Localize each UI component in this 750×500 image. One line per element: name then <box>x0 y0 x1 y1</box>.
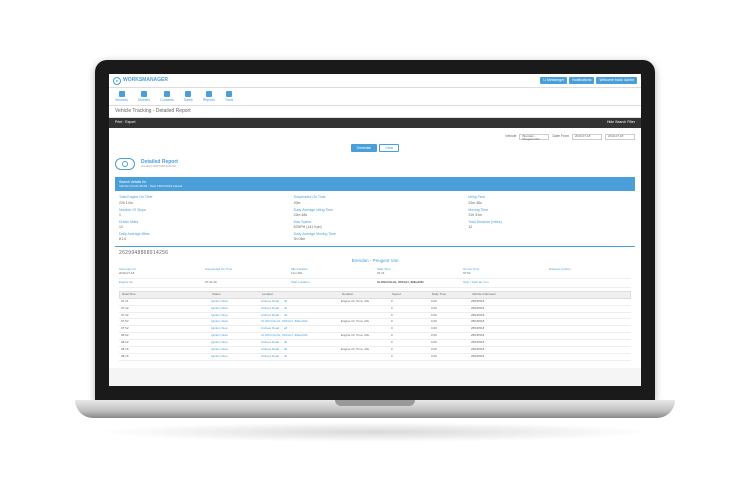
stat-item: Daily Average Miles8.14 <box>119 232 282 242</box>
report-logo-icon <box>115 158 135 170</box>
table-row[interactable]: 07:42Ignition StartArdnew Road … off00.0… <box>119 306 631 313</box>
date-from-label: Date From <box>552 134 569 139</box>
sales-icon <box>185 91 191 97</box>
vehicle-select[interactable]: Brendan - Peugeot Van <box>519 134 549 140</box>
table-row[interactable]: 07:52Ignition StartCLONCOLLIG, OFFALY, I… <box>119 319 631 326</box>
stats-grid: Total Engine On Time22h 14m Suspended On … <box>115 191 635 246</box>
report-header: Detailed Report Created:18/07/2019 09:42 <box>115 154 635 174</box>
nav-mobiles[interactable]: Mobiles <box>138 91 150 103</box>
stat-item: Moving Time21h 31m <box>468 208 631 218</box>
page-title: Vehicle Tracking - Detailed Report <box>109 106 641 118</box>
table-row[interactable]: 08:15Ignition StartArdnew Road … offEngi… <box>119 347 631 354</box>
table-body: 07:41Ignition StartArdnew Road … offEngi… <box>119 299 631 361</box>
filter-toggle[interactable]: Hide Search Filter <box>607 120 635 125</box>
stat-item <box>468 232 631 242</box>
tools-icon <box>226 91 232 97</box>
table-row[interactable]: 08:15Ignition StopArdnew Road … off00.00… <box>119 354 631 361</box>
table-row[interactable]: 07:41Ignition StartArdnew Road … offEngi… <box>119 299 631 306</box>
stat-item: Suspended On Time20m <box>294 195 457 205</box>
main-nav: Vehicles Mobiles Contacts Sales Reports … <box>109 88 641 106</box>
reports-icon <box>206 91 212 97</box>
laptop-base <box>75 400 675 418</box>
summary-row-2: Engine On 07:41:20 Start Location CLONCO… <box>119 279 631 288</box>
generate-button[interactable]: Generate <box>351 144 378 153</box>
nav-tools[interactable]: Tools <box>225 91 233 103</box>
vehicle-label: Vehicle <box>505 134 516 139</box>
table-row[interactable]: 08:02Ignition StartCLONCOLLIG, OFFALY, I… <box>119 333 631 340</box>
stat-item: Idling Time22m 48s <box>468 195 631 205</box>
search-sub: Vehicle:VCL01-BC45 · Date:18/07/2019-Ire… <box>119 185 631 189</box>
table-row[interactable]: 08:02Ignition StopArdnew Road … off00.00… <box>119 340 631 347</box>
date-to-input[interactable]: 2019-07-18 <box>605 134 635 140</box>
brand-text: WORKSMANAGER <box>123 77 168 84</box>
notifications-button[interactable]: Notifications <box>569 77 594 84</box>
topbar: e WORKSMANAGER Li Messenger Notification… <box>109 74 641 88</box>
print-export[interactable]: Print · Export <box>115 120 135 125</box>
summary-row: Summary for2019-07-18Suspended On TimeId… <box>119 266 631 279</box>
welcome-badge[interactable]: Welcome back: Admin <box>596 77 637 84</box>
stat-item: Max Speed87MPH (141 Kph) <box>294 220 457 230</box>
report-created: Created:18/07/2019 09:42 <box>141 165 178 169</box>
filter-row: Vehicle Brendan - Peugeot Van Date From … <box>115 132 635 142</box>
events-table: Date/TimeStatusLocationDurationSpeedDail… <box>119 291 631 361</box>
stat-item: Driven Miles12 <box>119 220 282 230</box>
stat-item: Number Of Stops1 <box>119 208 282 218</box>
stat-item: Daily Average Idling Time22m 48s <box>294 208 457 218</box>
app-screen: e WORKSMANAGER Li Messenger Notification… <box>109 74 641 386</box>
stat-item: Total Distance (miles)12 <box>468 220 631 230</box>
mobile-icon <box>141 91 147 97</box>
car-icon <box>119 91 125 97</box>
logo-icon: e <box>113 77 121 85</box>
clear-button[interactable]: Clear <box>379 144 399 153</box>
nav-sales[interactable]: Sales <box>184 91 193 103</box>
table-row[interactable]: 07:52Ignition StopArdnew Road … off00.00… <box>119 326 631 333</box>
brand-logo[interactable]: e WORKSMANAGER <box>113 77 168 85</box>
content-area: Vehicle Brendan - Peugeot Van Date From … <box>109 128 641 368</box>
table-header: Date/TimeStatusLocationDurationSpeedDail… <box>119 291 631 299</box>
contacts-icon <box>164 91 170 97</box>
action-toolbar: Print · Export Hide Search Filter <box>109 118 641 128</box>
date-from-input[interactable]: 2019-07-18 <box>572 134 602 140</box>
vehicle-section-name: Brendan - Peugeot Van <box>119 256 631 266</box>
stat-item: Daily Average Moving Time3h 04m <box>294 232 457 242</box>
nav-reports[interactable]: Reports <box>203 91 215 103</box>
nav-vehicles[interactable]: Vehicles <box>115 91 128 103</box>
table-row[interactable]: 07:42Ignition StopArdnew Road … off00.00… <box>119 313 631 320</box>
messenger-button[interactable]: Li Messenger <box>540 77 567 84</box>
stat-item: Total Engine On Time22h 14m <box>119 195 282 205</box>
top-buttons: Li Messenger Notifications Welcome back:… <box>540 77 637 84</box>
nav-contacts[interactable]: Contacts <box>160 91 174 103</box>
search-details-header: Search details for Vehicle:VCL01-BC45 · … <box>115 177 635 191</box>
